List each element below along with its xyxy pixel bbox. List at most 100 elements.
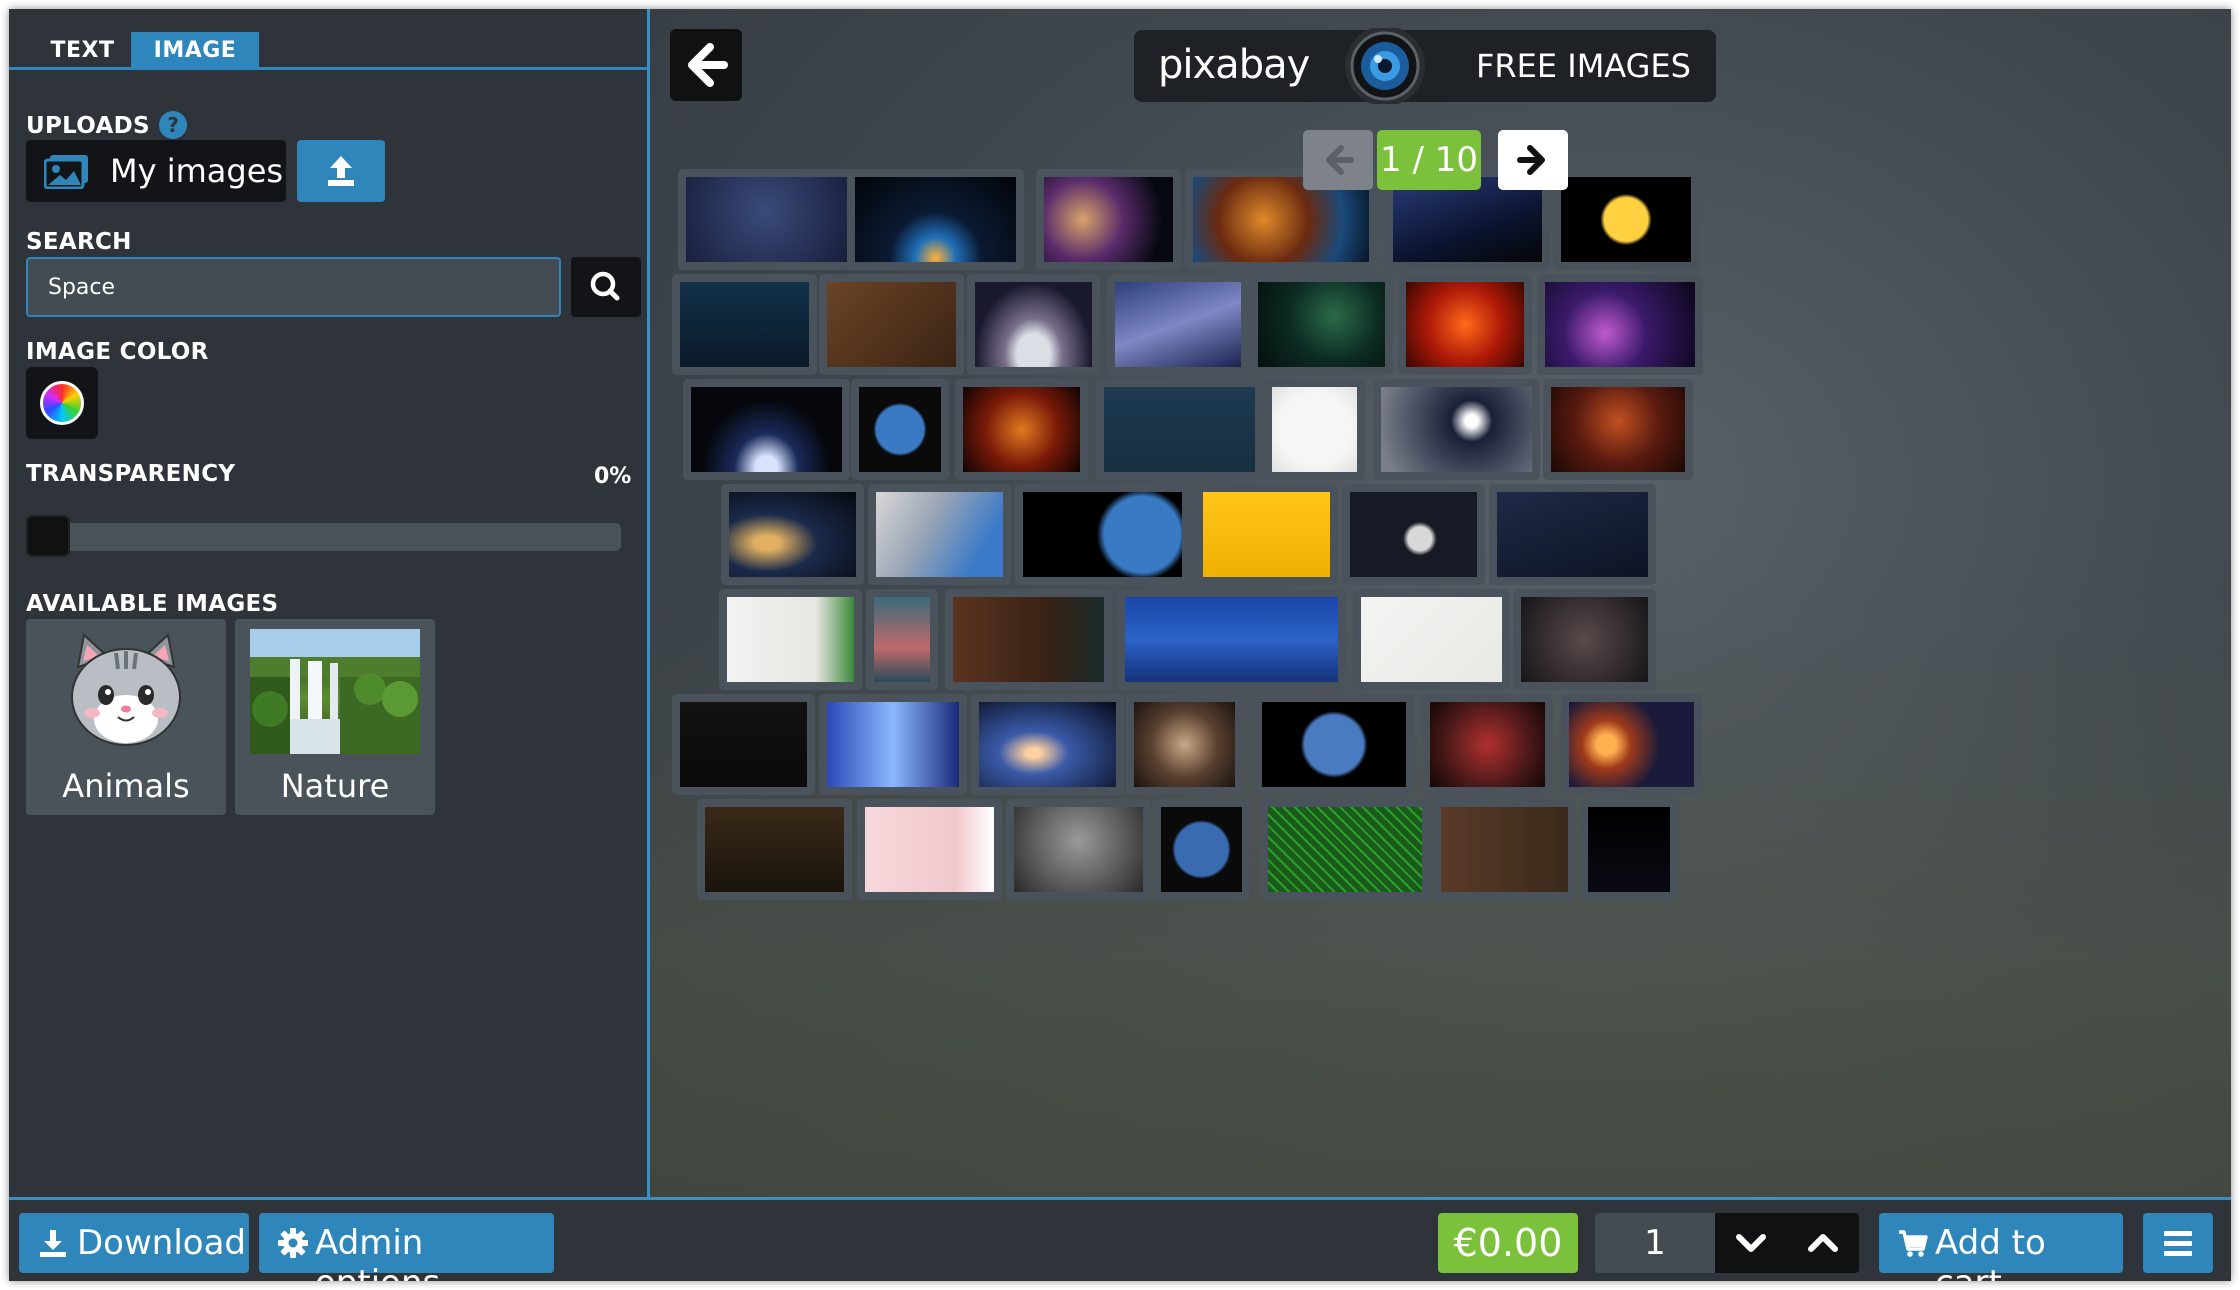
add-to-cart-button[interactable]: Add to cart [1879,1213,2123,1281]
result-image [1023,492,1182,577]
price-display: €0.00 [1438,1213,1578,1273]
transparency-value: 0% [594,464,632,489]
chevron-down-icon [1736,1234,1766,1252]
arrow-left-icon [1326,145,1354,175]
next-page-button[interactable] [1498,130,1568,190]
menu-button[interactable] [2143,1213,2213,1273]
result-thumbnail[interactable] [1117,589,1346,690]
menu-icon [2164,1231,2192,1256]
pixabay-logo: pixabay [1158,42,1310,88]
tab-text[interactable]: TEXT [26,32,139,70]
download-button[interactable]: Download [19,1213,249,1273]
admin-options-label: Admin options [315,1223,440,1281]
my-images-button[interactable]: My images [26,140,286,202]
result-thumbnail[interactable] [847,169,1024,270]
result-thumbnail[interactable] [1513,589,1656,690]
color-picker-button[interactable] [26,367,98,439]
result-thumbnail[interactable] [672,694,815,795]
result-image [1441,807,1568,892]
search-input[interactable] [26,257,561,317]
category-animals[interactable]: Animals [26,619,226,815]
result-thumbnail[interactable] [1096,379,1263,480]
result-thumbnail[interactable] [1553,169,1699,270]
result-thumbnail[interactable] [1342,484,1485,585]
result-thumbnail[interactable] [1543,379,1693,480]
quantity-input[interactable]: 1 [1595,1213,1715,1273]
available-images-label: AVAILABLE IMAGES [26,591,279,617]
result-image [1545,282,1695,367]
result-thumbnail[interactable] [851,379,949,480]
cat-icon [71,633,181,746]
result-image [874,597,930,682]
admin-options-button[interactable]: Admin options [259,1213,554,1281]
result-thumbnail[interactable] [1260,799,1430,900]
result-thumbnail[interactable] [1561,694,1702,795]
help-icon[interactable]: ? [159,111,187,139]
result-thumbnail[interactable] [719,589,862,690]
category-nature[interactable]: Nature [235,619,435,815]
result-thumbnail[interactable] [1398,274,1532,375]
result-image [953,597,1104,682]
search-button[interactable] [571,257,641,317]
result-thumbnail[interactable] [945,589,1112,690]
result-thumbnail[interactable] [1195,484,1338,585]
result-thumbnail[interactable] [683,379,850,480]
result-image [876,492,1003,577]
result-thumbnail[interactable] [672,274,817,375]
result-thumbnail[interactable] [1153,799,1250,900]
result-image [1588,807,1670,892]
transparency-slider-handle[interactable] [26,515,70,557]
result-thumbnail[interactable] [697,799,852,900]
result-thumbnail[interactable] [1353,589,1510,690]
gear-icon [278,1228,308,1258]
color-wheel-icon [40,381,84,425]
result-image [1104,387,1255,472]
result-thumbnail[interactable] [1250,274,1393,375]
result-thumbnail[interactable] [1254,694,1414,795]
result-image [865,807,994,892]
result-thumbnail[interactable] [1422,694,1553,795]
image-browser: pixabay FREE IMAGES 1 / 10 [650,9,2231,1197]
result-image [1115,282,1241,367]
result-image [1430,702,1545,787]
result-image [1497,492,1648,577]
result-thumbnail[interactable] [1107,274,1249,375]
result-thumbnail[interactable] [721,484,864,585]
result-image [1551,387,1685,472]
result-thumbnail[interactable] [1264,379,1365,480]
result-image [1203,492,1330,577]
result-thumbnail[interactable] [1580,799,1678,900]
result-thumbnail[interactable] [1489,484,1656,585]
result-thumbnail[interactable] [857,799,1002,900]
result-thumbnail[interactable] [1015,484,1190,585]
upload-button[interactable] [297,140,385,202]
result-thumbnail[interactable] [819,694,967,795]
upload-icon [328,156,354,186]
result-image [1268,807,1422,892]
result-thumbnail[interactable] [866,589,938,690]
result-thumbnail[interactable] [1126,694,1243,795]
pixabay-header: pixabay FREE IMAGES [1134,28,1716,104]
result-thumbnail[interactable] [1433,799,1576,900]
result-image [1262,702,1406,787]
result-thumbnail[interactable] [955,379,1088,480]
result-thumbnail[interactable] [1036,169,1181,270]
result-image [1561,177,1691,262]
result-thumbnail[interactable] [967,274,1100,375]
result-image [979,702,1116,787]
page-indicator: 1 / 10 [1377,130,1481,190]
back-button[interactable] [670,29,742,101]
result-thumbnail[interactable] [971,694,1124,795]
quantity-decrease-button[interactable] [1715,1213,1787,1273]
result-thumbnail[interactable] [1537,274,1703,375]
transparency-slider[interactable] [26,523,621,551]
result-thumbnail[interactable] [819,274,964,375]
result-thumbnail[interactable] [868,484,1011,585]
tab-image[interactable]: IMAGE [131,32,259,70]
add-to-cart-label: Add to cart [1935,1223,2046,1281]
result-thumbnail[interactable] [1006,799,1151,900]
quantity-increase-button[interactable] [1787,1213,1859,1273]
previous-page-button[interactable] [1303,130,1373,190]
result-thumbnail[interactable] [1373,379,1540,480]
result-image [691,387,842,472]
